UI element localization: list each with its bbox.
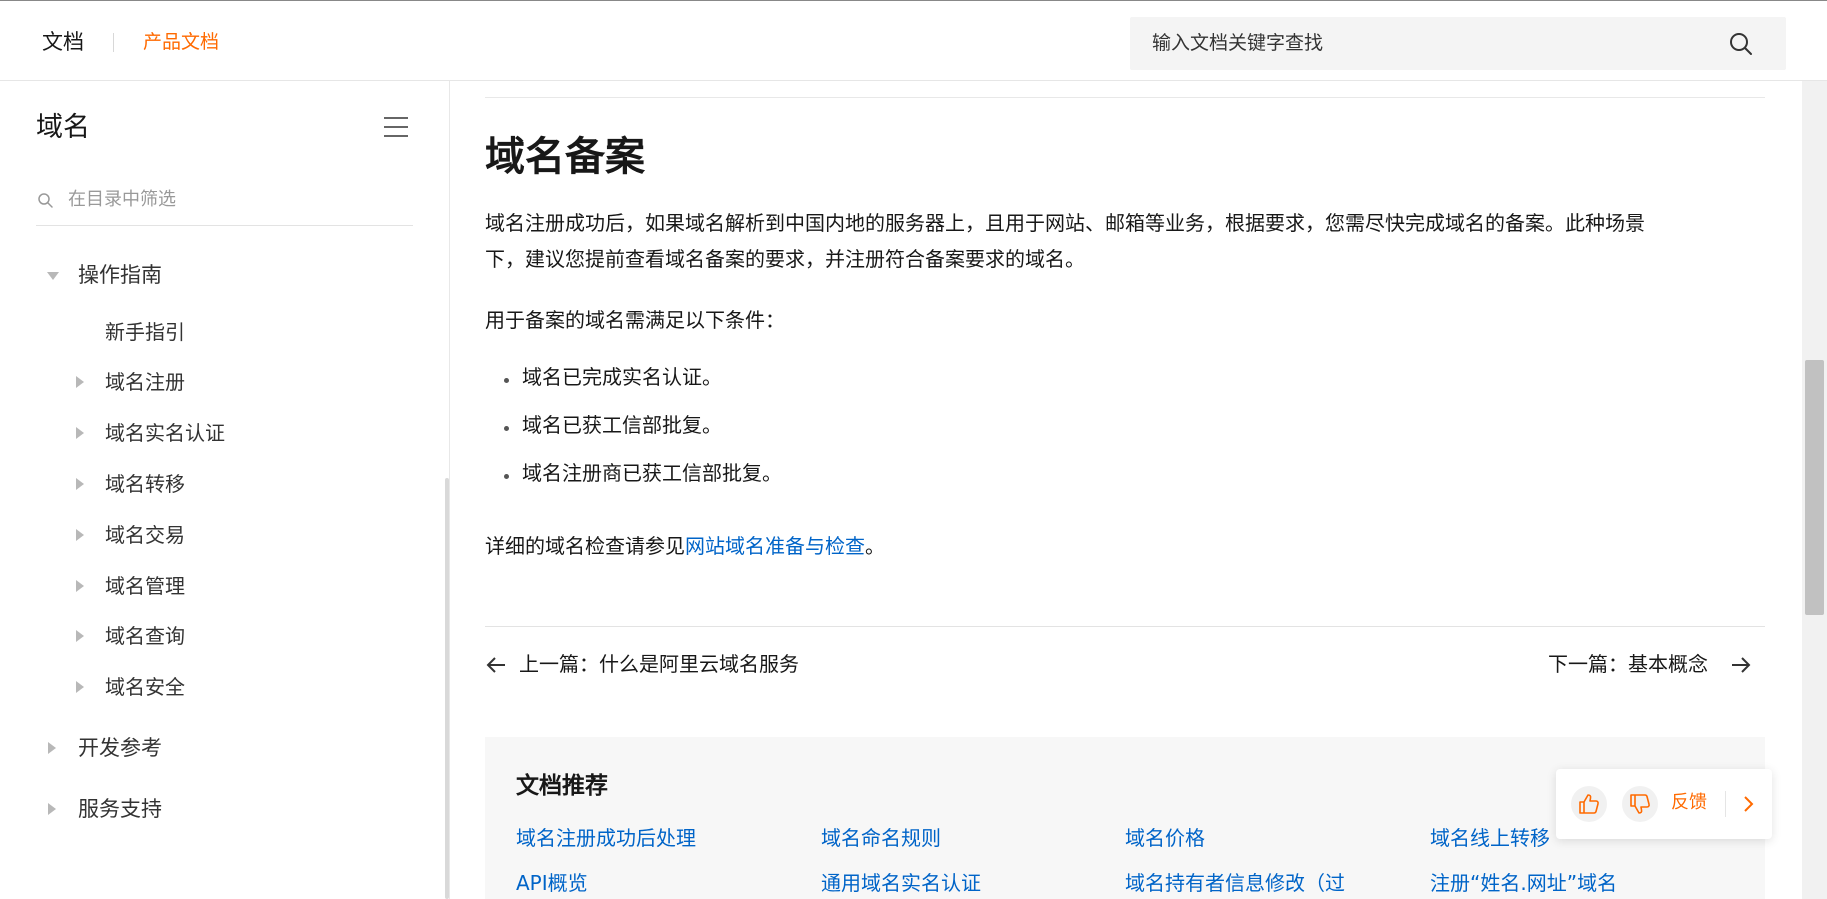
bullet-dot bbox=[504, 378, 509, 383]
sidebar-item-transfer[interactable]: 域名转移 bbox=[105, 470, 185, 498]
recommended-link[interactable]: 域名注册成功后处理 bbox=[516, 824, 696, 852]
arrow-left-icon[interactable] bbox=[485, 654, 507, 676]
condition-item: 域名已完成实名认证。 bbox=[522, 365, 722, 389]
search-box[interactable]: 输入文档关键字查找 bbox=[1130, 17, 1786, 70]
intro-line-1: 域名注册成功后，如果域名解析到中国内地的服务器上，且用于网站、邮箱等业务，根据要… bbox=[485, 211, 1645, 235]
page-scrollbar-thumb[interactable] bbox=[1805, 360, 1824, 615]
caret-right-icon[interactable] bbox=[76, 529, 84, 541]
feedback-button[interactable]: 反馈 bbox=[1671, 790, 1707, 816]
recommended-link[interactable]: 域名命名规则 bbox=[821, 824, 941, 852]
condition-item: 域名注册商已获工信部批复。 bbox=[522, 461, 782, 485]
next-article-link[interactable]: 下一篇：基本概念 bbox=[1548, 650, 1708, 678]
sidebar-item-real-name[interactable]: 域名实名认证 bbox=[105, 419, 225, 447]
caret-right-icon[interactable] bbox=[76, 630, 84, 642]
sidebar-scrollbar[interactable] bbox=[445, 478, 449, 899]
content-top-divider bbox=[485, 97, 1765, 98]
thumbs-up-icon bbox=[1579, 794, 1599, 814]
recommended-link[interactable]: API概览 bbox=[516, 869, 588, 897]
caret-right-icon[interactable] bbox=[76, 580, 84, 592]
prev-article-link[interactable]: 上一篇：什么是阿里云域名服务 bbox=[519, 650, 799, 678]
condition-item: 域名已获工信部批复。 bbox=[522, 413, 722, 437]
thumbs-down-icon bbox=[1630, 794, 1650, 814]
sidebar-group-guide[interactable]: 操作指南 bbox=[78, 261, 162, 290]
menu-icon[interactable] bbox=[382, 115, 410, 139]
caret-down-icon[interactable] bbox=[47, 272, 59, 280]
recommended-link[interactable]: 注册“姓名.网址”域名 bbox=[1430, 869, 1617, 897]
product-docs-link[interactable]: 产品文档 bbox=[143, 29, 219, 55]
caret-right-icon[interactable] bbox=[76, 427, 84, 439]
pagination-divider bbox=[485, 626, 1765, 627]
docs-home-link[interactable]: 文档 bbox=[42, 28, 84, 56]
thumbs-up-button[interactable] bbox=[1571, 786, 1607, 822]
filter-underline bbox=[36, 225, 413, 226]
chevron-right-icon[interactable] bbox=[1738, 794, 1758, 814]
feedback-divider bbox=[1725, 791, 1726, 817]
header-divider bbox=[113, 33, 114, 52]
recommended-link[interactable]: 域名线上转移 bbox=[1430, 824, 1550, 852]
bullet-dot bbox=[504, 426, 509, 431]
recommended-link[interactable]: 通用域名实名认证 bbox=[821, 869, 981, 897]
bullet-dot bbox=[504, 474, 509, 479]
caret-right-icon[interactable] bbox=[76, 478, 84, 490]
sidebar-item-registration[interactable]: 域名注册 bbox=[105, 368, 185, 396]
thumbs-down-button[interactable] bbox=[1622, 786, 1658, 822]
caret-right-icon[interactable] bbox=[76, 376, 84, 388]
intro-paragraph: 域名注册成功后，如果域名解析到中国内地的服务器上，且用于网站、邮箱等业务，根据要… bbox=[485, 205, 1760, 277]
page-title: 域名备案 bbox=[485, 134, 645, 180]
sidebar-item-query[interactable]: 域名查询 bbox=[105, 622, 185, 650]
arrow-right-icon[interactable] bbox=[1730, 654, 1752, 676]
top-bar: 文档 产品文档 输入文档关键字查找 bbox=[0, 0, 1827, 81]
sidebar-item-getting-started[interactable]: 新手指引 bbox=[105, 318, 185, 346]
caret-right-icon[interactable] bbox=[48, 742, 56, 754]
sidebar-item-trading[interactable]: 域名交易 bbox=[105, 521, 185, 549]
recommended-link[interactable]: 域名持有者信息修改（过 bbox=[1125, 869, 1345, 897]
detail-paragraph: 详细的域名检查请参见网站域名准备与检查。 bbox=[485, 532, 885, 560]
detail-prefix: 详细的域名检查请参见 bbox=[485, 534, 685, 558]
recommended-link[interactable]: 域名价格 bbox=[1125, 824, 1205, 852]
search-input[interactable]: 输入文档关键字查找 bbox=[1152, 30, 1323, 56]
sidebar-item-management[interactable]: 域名管理 bbox=[105, 572, 185, 600]
recommended-title: 文档推荐 bbox=[516, 773, 608, 799]
intro-line-2: 下，建议您提前查看域名备案的要求，并注册符合备案要求的域名。 bbox=[485, 247, 1085, 271]
search-icon[interactable] bbox=[1728, 31, 1754, 57]
directory-filter-input[interactable]: 在目录中筛选 bbox=[68, 187, 176, 212]
sidebar-item-security[interactable]: 域名安全 bbox=[105, 673, 185, 701]
domain-check-link[interactable]: 网站域名准备与检查 bbox=[685, 534, 865, 558]
sidebar-title: 域名 bbox=[36, 112, 90, 143]
caret-right-icon[interactable] bbox=[76, 681, 84, 693]
sidebar-group-support[interactable]: 服务支持 bbox=[78, 795, 162, 824]
feedback-widget: 反馈 bbox=[1556, 769, 1772, 839]
filter-search-icon bbox=[38, 193, 53, 208]
sidebar-group-dev-reference[interactable]: 开发参考 bbox=[78, 734, 162, 763]
detail-suffix: 。 bbox=[865, 534, 885, 558]
sidebar-divider bbox=[449, 81, 450, 899]
conditions-lead: 用于备案的域名需满足以下条件： bbox=[485, 308, 785, 332]
caret-right-icon[interactable] bbox=[48, 803, 56, 815]
